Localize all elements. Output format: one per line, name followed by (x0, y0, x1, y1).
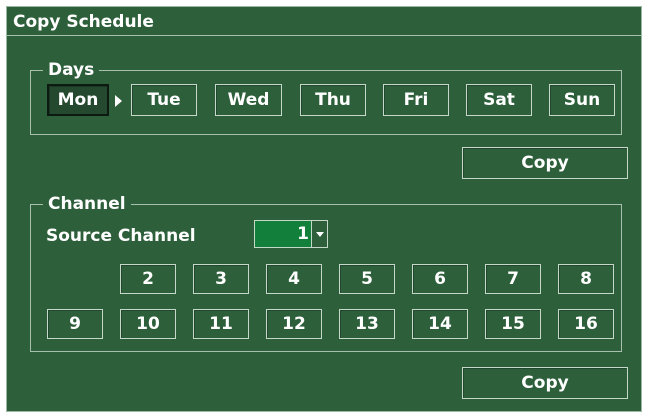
channel-label: 12 (282, 314, 306, 334)
copy-channel-label: Copy (521, 373, 569, 393)
channel-button-2[interactable]: 2 (120, 264, 176, 294)
channel-group-label: Channel (43, 193, 131, 215)
day-label-wed: Wed (227, 90, 270, 110)
channel-button-14[interactable]: 14 (412, 309, 468, 339)
channel-label: 9 (69, 314, 81, 334)
channel-label: 3 (215, 269, 227, 289)
source-channel-value: 1 (297, 224, 309, 244)
source-channel-label: Source Channel (46, 226, 196, 246)
channel-label: 13 (355, 314, 379, 334)
channel-button-7[interactable]: 7 (485, 264, 541, 294)
day-label-mon: Mon (57, 90, 99, 110)
channel-label: 4 (288, 269, 300, 289)
channel-label: 6 (434, 269, 446, 289)
triangle-right-icon (115, 95, 122, 107)
channel-button-13[interactable]: 13 (339, 309, 395, 339)
channel-label: 2 (142, 269, 154, 289)
channel-label: 16 (574, 314, 598, 334)
channel-label: 8 (580, 269, 592, 289)
dialog-title: Copy Schedule (13, 12, 154, 32)
day-button-mon[interactable]: Mon (47, 84, 109, 116)
channel-label: 11 (209, 314, 233, 334)
source-channel-select[interactable]: 1 (254, 220, 328, 248)
channel-button-9[interactable]: 9 (47, 309, 103, 339)
channel-button-10[interactable]: 10 (120, 309, 176, 339)
channel-label: 10 (136, 314, 160, 334)
copy-channel-button[interactable]: Copy (462, 367, 628, 399)
day-label-fri: Fri (403, 90, 429, 110)
day-button-tue[interactable]: Tue (131, 84, 197, 116)
channel-button-12[interactable]: 12 (266, 309, 322, 339)
day-label-sun: Sun (563, 90, 601, 110)
channel-button-16[interactable]: 16 (558, 309, 614, 339)
channel-button-8[interactable]: 8 (558, 264, 614, 294)
copy-days-label: Copy (521, 153, 569, 173)
channel-button-5[interactable]: 5 (339, 264, 395, 294)
channel-button-11[interactable]: 11 (193, 309, 249, 339)
day-label-sat: Sat (483, 90, 515, 110)
channel-button-4[interactable]: 4 (266, 264, 322, 294)
channel-label: 7 (507, 269, 519, 289)
channel-label: 15 (501, 314, 525, 334)
channel-button-6[interactable]: 6 (412, 264, 468, 294)
channel-button-3[interactable]: 3 (193, 264, 249, 294)
copy-schedule-dialog: Copy Schedule Days Mon Tue Wed Thu Fri S… (6, 6, 642, 412)
day-button-wed[interactable]: Wed (215, 84, 282, 116)
copy-days-button[interactable]: Copy (462, 147, 628, 179)
day-button-thu[interactable]: Thu (300, 84, 366, 116)
day-label-thu: Thu (315, 90, 351, 110)
day-button-sun[interactable]: Sun (549, 84, 615, 116)
channel-button-15[interactable]: 15 (485, 309, 541, 339)
title-divider (7, 35, 641, 36)
channel-label: 5 (361, 269, 373, 289)
day-button-fri[interactable]: Fri (383, 84, 449, 116)
channel-label: 14 (428, 314, 452, 334)
day-label-tue: Tue (147, 90, 181, 110)
chevron-down-icon[interactable] (311, 221, 327, 247)
day-button-sat[interactable]: Sat (466, 84, 532, 116)
days-group-label: Days (43, 59, 100, 81)
